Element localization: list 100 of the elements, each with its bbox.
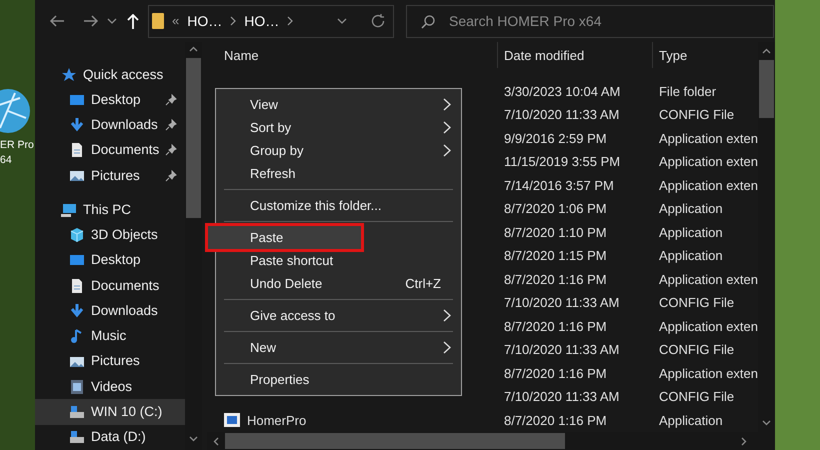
menu-item[interactable]: Group by bbox=[216, 139, 461, 162]
chevron-right-icon bbox=[443, 309, 451, 322]
sidebar-item[interactable]: 3D Objects bbox=[35, 222, 185, 248]
sidebar-item[interactable]: Desktop bbox=[35, 248, 185, 274]
column-header[interactable]: Type bbox=[658, 46, 688, 66]
sidebar-item[interactable]: Pictures bbox=[35, 163, 185, 188]
sidebar-item[interactable]: Data (D:) bbox=[35, 424, 185, 450]
scroll-down-icon[interactable] bbox=[188, 436, 198, 442]
menu-item[interactable]: View bbox=[216, 93, 461, 116]
menu-item[interactable]: Give access to bbox=[216, 304, 461, 327]
download-icon bbox=[69, 117, 85, 134]
file-type: CONFIG File bbox=[658, 295, 734, 310]
globe-app-icon[interactable] bbox=[0, 88, 30, 134]
address-bar[interactable]: « HO… HO… bbox=[148, 4, 394, 38]
date-modified: 8/7/2020 1:06 PM bbox=[504, 201, 607, 216]
date-modified: 8/7/2020 1:15 PM bbox=[504, 248, 607, 263]
file-type: Application exten bbox=[658, 318, 758, 334]
date-modified: 8/7/2020 1:16 PM bbox=[504, 412, 607, 428]
chevron-right-icon[interactable] bbox=[287, 16, 294, 26]
date-modified: 7/10/2020 11:33 AM bbox=[504, 295, 620, 310]
date-modified: 8/7/2020 1:10 PM bbox=[504, 224, 607, 240]
file-type: Application bbox=[658, 412, 723, 428]
pin-icon[interactable] bbox=[164, 144, 177, 156]
date-modified: 8/7/2020 1:16 PM bbox=[504, 366, 607, 380]
document-icon bbox=[69, 142, 85, 158]
menu-item[interactable]: Properties bbox=[216, 368, 461, 391]
sidebar-item[interactable]: Documents bbox=[35, 273, 185, 298]
scrollbar-thumb[interactable] bbox=[759, 60, 774, 118]
search-field[interactable]: Search HOMER Pro x64 bbox=[406, 4, 774, 38]
overflow-chevrons[interactable]: « bbox=[172, 11, 180, 31]
sidebar-item[interactable]: This PC bbox=[35, 197, 185, 223]
pin-icon[interactable] bbox=[164, 94, 177, 106]
download-icon bbox=[69, 303, 85, 320]
breadcrumb[interactable]: HO… bbox=[187, 10, 222, 32]
scrollbar-thumb[interactable] bbox=[224, 433, 565, 449]
application-icon bbox=[224, 413, 240, 428]
sidebar-item[interactable]: Downloads bbox=[35, 298, 185, 324]
breadcrumb[interactable]: HO… bbox=[244, 10, 280, 32]
pin-icon[interactable] bbox=[164, 170, 177, 182]
chevron-right-icon bbox=[443, 121, 451, 134]
folder-icon bbox=[152, 12, 164, 30]
date-modified: 11/15/2019 3:55 PM bbox=[504, 154, 620, 169]
menu-item[interactable]: Paste shortcut bbox=[216, 249, 461, 272]
date-modified: 7/10/2020 11:33 AM bbox=[504, 107, 620, 122]
date-modified: 9/9/2016 2:59 PM bbox=[504, 130, 607, 146]
file-type: Application exten bbox=[658, 130, 758, 146]
up-arrow-icon[interactable] bbox=[127, 14, 139, 28]
menu-item[interactable]: Refresh bbox=[216, 162, 461, 185]
date-modified: 7/10/2020 11:33 AM bbox=[504, 342, 620, 357]
desktop-icon-label: 64 bbox=[0, 153, 13, 168]
desktop-icon-label: ER Pro bbox=[0, 138, 34, 153]
column-header[interactable]: Name bbox=[224, 46, 259, 66]
file-type: CONFIG File bbox=[658, 342, 734, 357]
chevron-right-icon bbox=[443, 341, 451, 354]
search-icon bbox=[421, 14, 435, 28]
sidebar-item[interactable]: Music bbox=[35, 324, 185, 349]
scroll-up-icon[interactable] bbox=[762, 48, 771, 54]
menu-item[interactable]: Paste bbox=[208, 226, 361, 249]
back-arrow-icon[interactable] bbox=[49, 14, 65, 28]
pin-icon[interactable] bbox=[164, 119, 177, 132]
refresh-icon[interactable] bbox=[371, 14, 385, 28]
sidebar-item[interactable]: Quick access bbox=[35, 62, 185, 88]
menu-item[interactable]: Undo Delete Ctrl+Z bbox=[216, 272, 461, 295]
date-modified: 7/14/2016 3:57 PM bbox=[504, 178, 614, 192]
scroll-left-icon[interactable] bbox=[212, 436, 219, 446]
forward-arrow-icon[interactable] bbox=[83, 14, 99, 28]
column-header[interactable]: Date modified bbox=[504, 46, 584, 66]
drive-icon bbox=[69, 404, 85, 420]
menu-item[interactable]: New bbox=[216, 336, 461, 359]
chevron-right-icon bbox=[443, 98, 451, 111]
sidebar-item[interactable]: Pictures bbox=[35, 348, 185, 374]
sidebar-item[interactable]: Documents bbox=[35, 138, 185, 164]
menu-item[interactable]: Sort by bbox=[216, 116, 461, 139]
chevron-right-icon[interactable] bbox=[230, 16, 236, 26]
video-icon bbox=[69, 378, 85, 395]
sidebar-item[interactable]: Desktop bbox=[35, 87, 185, 113]
date-modified: 8/7/2020 1:16 PM bbox=[504, 318, 607, 334]
chevron-down-icon[interactable] bbox=[337, 18, 347, 24]
sidebar-item[interactable]: Downloads bbox=[35, 112, 185, 138]
file-type: Application bbox=[658, 248, 723, 263]
date-modified: 3/30/2023 10:04 AM bbox=[504, 84, 620, 98]
sidebar-item[interactable]: WIN 10 (C:) bbox=[35, 399, 185, 425]
file-type: CONFIG File bbox=[658, 107, 734, 122]
scroll-down-icon[interactable] bbox=[762, 420, 771, 426]
file-type: Application bbox=[658, 201, 723, 216]
file-type: CONFIG File bbox=[658, 389, 734, 404]
drive-icon bbox=[69, 429, 85, 446]
sidebar-item[interactable]: Videos bbox=[35, 374, 185, 400]
cube-icon bbox=[69, 227, 85, 244]
pc-icon bbox=[61, 202, 77, 218]
file-type: Application exten bbox=[658, 178, 758, 192]
scrollbar-thumb[interactable] bbox=[186, 58, 201, 218]
file-name[interactable]: HomerPro bbox=[246, 410, 306, 430]
chevron-right-icon bbox=[443, 144, 451, 157]
file-type: Application exten bbox=[658, 272, 758, 286]
scroll-right-icon[interactable] bbox=[741, 436, 747, 446]
scroll-up-icon[interactable] bbox=[188, 46, 198, 52]
menu-item[interactable]: Customize this folder... bbox=[216, 194, 461, 217]
file-type: Application bbox=[658, 224, 723, 240]
chevron-down-icon[interactable] bbox=[107, 18, 117, 24]
